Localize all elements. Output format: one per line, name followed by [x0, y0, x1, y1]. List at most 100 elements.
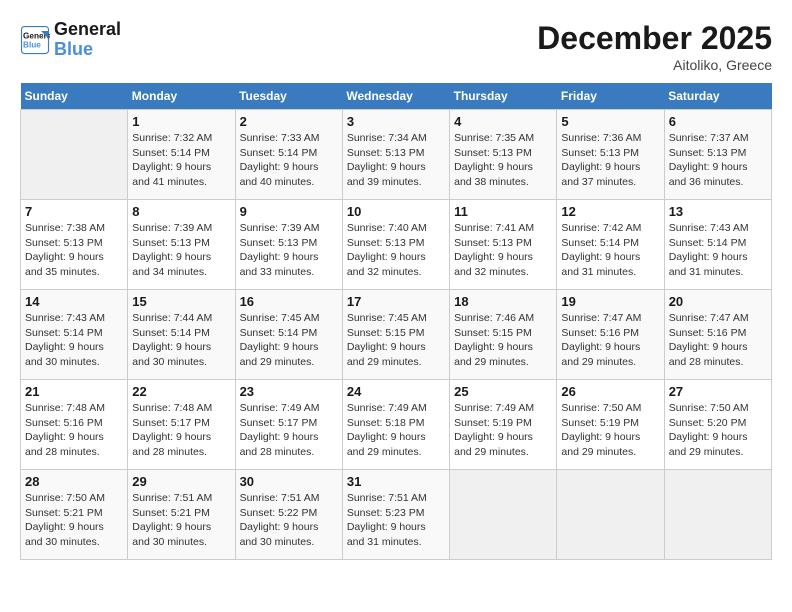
calendar-cell: 2 Sunrise: 7:33 AMSunset: 5:14 PMDaylight… [235, 110, 342, 200]
calendar-cell: 13 Sunrise: 7:43 AMSunset: 5:14 PMDayligh… [664, 200, 771, 290]
day-info: Sunrise: 7:46 AMSunset: 5:15 PMDaylight:… [454, 311, 552, 370]
day-info: Sunrise: 7:38 AMSunset: 5:13 PMDaylight:… [25, 221, 123, 280]
day-number: 5 [561, 114, 659, 129]
calendar-cell: 31Sunrise: 7:51 AMSunset: 5:23 PMDayligh… [342, 470, 449, 560]
day-number: 11 [454, 204, 552, 219]
day-info: Sunrise: 7:32 AMSunset: 5:14 PMDaylight:… [132, 131, 230, 190]
page-header: General Blue General Blue December 2025 … [20, 20, 772, 73]
day-info: Sunrise: 7:33 AMSunset: 5:14 PMDaylight:… [240, 131, 338, 190]
calendar-cell: 19Sunrise: 7:47 AMSunset: 5:16 PMDayligh… [557, 290, 664, 380]
calendar-cell: 28 Sunrise: 7:50 AMSunset: 5:21 PMDayligh… [21, 470, 128, 560]
calendar-cell: 17 Sunrise: 7:45 AMSunset: 5:15 PMDayligh… [342, 290, 449, 380]
calendar-cell: 30 Sunrise: 7:51 AMSunset: 5:22 PMDayligh… [235, 470, 342, 560]
calendar-cell [21, 110, 128, 200]
calendar-week-row: 21 Sunrise: 7:48 AMSunset: 5:16 PMDayligh… [21, 380, 772, 470]
day-info: Sunrise: 7:35 AMSunset: 5:13 PMDaylight:… [454, 131, 552, 190]
day-number: 1 [132, 114, 230, 129]
day-info: Sunrise: 7:43 AMSunset: 5:14 PMDaylight:… [669, 221, 767, 280]
calendar-header-row: SundayMondayTuesdayWednesdayThursdayFrid… [21, 83, 772, 110]
header-saturday: Saturday [664, 83, 771, 110]
day-info: Sunrise: 7:42 AMSunset: 5:14 PMDaylight:… [561, 221, 659, 280]
day-number: 29 [132, 474, 230, 489]
calendar-cell: 23 Sunrise: 7:49 AMSunset: 5:17 PMDayligh… [235, 380, 342, 470]
calendar-table: SundayMondayTuesdayWednesdayThursdayFrid… [20, 83, 772, 560]
location: Aitoliko, Greece [537, 57, 772, 73]
day-number: 18 [454, 294, 552, 309]
day-info: Sunrise: 7:48 AMSunset: 5:17 PMDaylight:… [132, 401, 230, 460]
day-number: 12 [561, 204, 659, 219]
calendar-cell: 15Sunrise: 7:44 AMSunset: 5:14 PMDayligh… [128, 290, 235, 380]
day-info: Sunrise: 7:47 AMSunset: 5:16 PMDaylight:… [669, 311, 767, 370]
calendar-cell: 11 Sunrise: 7:41 AMSunset: 5:13 PMDayligh… [450, 200, 557, 290]
svg-text:Blue: Blue [23, 40, 41, 49]
day-number: 25 [454, 384, 552, 399]
day-info: Sunrise: 7:45 AMSunset: 5:14 PMDaylight:… [240, 311, 338, 370]
calendar-cell [664, 470, 771, 560]
day-info: Sunrise: 7:50 AMSunset: 5:19 PMDaylight:… [561, 401, 659, 460]
calendar-cell: 26Sunrise: 7:50 AMSunset: 5:19 PMDayligh… [557, 380, 664, 470]
day-number: 17 [347, 294, 445, 309]
day-number: 19 [561, 294, 659, 309]
logo: General Blue General Blue [20, 20, 121, 60]
day-info: Sunrise: 7:51 AMSunset: 5:22 PMDaylight:… [240, 491, 338, 550]
day-number: 15 [132, 294, 230, 309]
day-number: 10 [347, 204, 445, 219]
day-info: Sunrise: 7:49 AMSunset: 5:17 PMDaylight:… [240, 401, 338, 460]
day-number: 2 [240, 114, 338, 129]
calendar-cell: 14 Sunrise: 7:43 AMSunset: 5:14 PMDayligh… [21, 290, 128, 380]
calendar-cell: 9 Sunrise: 7:39 AMSunset: 5:13 PMDaylight… [235, 200, 342, 290]
day-info: Sunrise: 7:36 AMSunset: 5:13 PMDaylight:… [561, 131, 659, 190]
day-number: 27 [669, 384, 767, 399]
day-info: Sunrise: 7:49 AMSunset: 5:19 PMDaylight:… [454, 401, 552, 460]
day-info: Sunrise: 7:43 AMSunset: 5:14 PMDaylight:… [25, 311, 123, 370]
calendar-cell: 6Sunrise: 7:37 AMSunset: 5:13 PMDaylight… [664, 110, 771, 200]
calendar-cell: 20 Sunrise: 7:47 AMSunset: 5:16 PMDayligh… [664, 290, 771, 380]
calendar-cell: 10 Sunrise: 7:40 AMSunset: 5:13 PMDayligh… [342, 200, 449, 290]
calendar-cell: 25 Sunrise: 7:49 AMSunset: 5:19 PMDayligh… [450, 380, 557, 470]
day-info: Sunrise: 7:41 AMSunset: 5:13 PMDaylight:… [454, 221, 552, 280]
day-number: 22 [132, 384, 230, 399]
day-info: Sunrise: 7:45 AMSunset: 5:15 PMDaylight:… [347, 311, 445, 370]
day-info: Sunrise: 7:37 AMSunset: 5:13 PMDaylight:… [669, 131, 767, 190]
day-info: Sunrise: 7:40 AMSunset: 5:13 PMDaylight:… [347, 221, 445, 280]
day-info: Sunrise: 7:48 AMSunset: 5:16 PMDaylight:… [25, 401, 123, 460]
logo-line1: General [54, 20, 121, 40]
day-number: 21 [25, 384, 123, 399]
day-number: 30 [240, 474, 338, 489]
calendar-cell: 22 Sunrise: 7:48 AMSunset: 5:17 PMDayligh… [128, 380, 235, 470]
calendar-cell: 5 Sunrise: 7:36 AMSunset: 5:13 PMDaylight… [557, 110, 664, 200]
calendar-cell: 29Sunrise: 7:51 AMSunset: 5:21 PMDayligh… [128, 470, 235, 560]
day-number: 4 [454, 114, 552, 129]
day-info: Sunrise: 7:50 AMSunset: 5:21 PMDaylight:… [25, 491, 123, 550]
logo-icon: General Blue [20, 25, 50, 55]
day-number: 23 [240, 384, 338, 399]
calendar-cell [450, 470, 557, 560]
calendar-cell: 7Sunrise: 7:38 AMSunset: 5:13 PMDaylight… [21, 200, 128, 290]
calendar-cell: 24 Sunrise: 7:49 AMSunset: 5:18 PMDayligh… [342, 380, 449, 470]
day-number: 16 [240, 294, 338, 309]
month-title: December 2025 [537, 20, 772, 57]
day-number: 14 [25, 294, 123, 309]
day-info: Sunrise: 7:49 AMSunset: 5:18 PMDaylight:… [347, 401, 445, 460]
header-friday: Friday [557, 83, 664, 110]
day-number: 20 [669, 294, 767, 309]
calendar-week-row: 28 Sunrise: 7:50 AMSunset: 5:21 PMDayligh… [21, 470, 772, 560]
day-info: Sunrise: 7:50 AMSunset: 5:20 PMDaylight:… [669, 401, 767, 460]
header-sunday: Sunday [21, 83, 128, 110]
calendar-cell: 3Sunrise: 7:34 AMSunset: 5:13 PMDaylight… [342, 110, 449, 200]
calendar-cell: 18 Sunrise: 7:46 AMSunset: 5:15 PMDayligh… [450, 290, 557, 380]
calendar-week-row: 7Sunrise: 7:38 AMSunset: 5:13 PMDaylight… [21, 200, 772, 290]
day-number: 24 [347, 384, 445, 399]
calendar-cell: 12 Sunrise: 7:42 AMSunset: 5:14 PMDayligh… [557, 200, 664, 290]
day-number: 28 [25, 474, 123, 489]
day-info: Sunrise: 7:39 AMSunset: 5:13 PMDaylight:… [240, 221, 338, 280]
day-number: 13 [669, 204, 767, 219]
calendar-cell [557, 470, 664, 560]
day-info: Sunrise: 7:34 AMSunset: 5:13 PMDaylight:… [347, 131, 445, 190]
calendar-week-row: 1 Sunrise: 7:32 AMSunset: 5:14 PMDaylight… [21, 110, 772, 200]
header-thursday: Thursday [450, 83, 557, 110]
calendar-cell: 16 Sunrise: 7:45 AMSunset: 5:14 PMDayligh… [235, 290, 342, 380]
day-info: Sunrise: 7:51 AMSunset: 5:23 PMDaylight:… [347, 491, 445, 550]
day-info: Sunrise: 7:39 AMSunset: 5:13 PMDaylight:… [132, 221, 230, 280]
day-number: 9 [240, 204, 338, 219]
